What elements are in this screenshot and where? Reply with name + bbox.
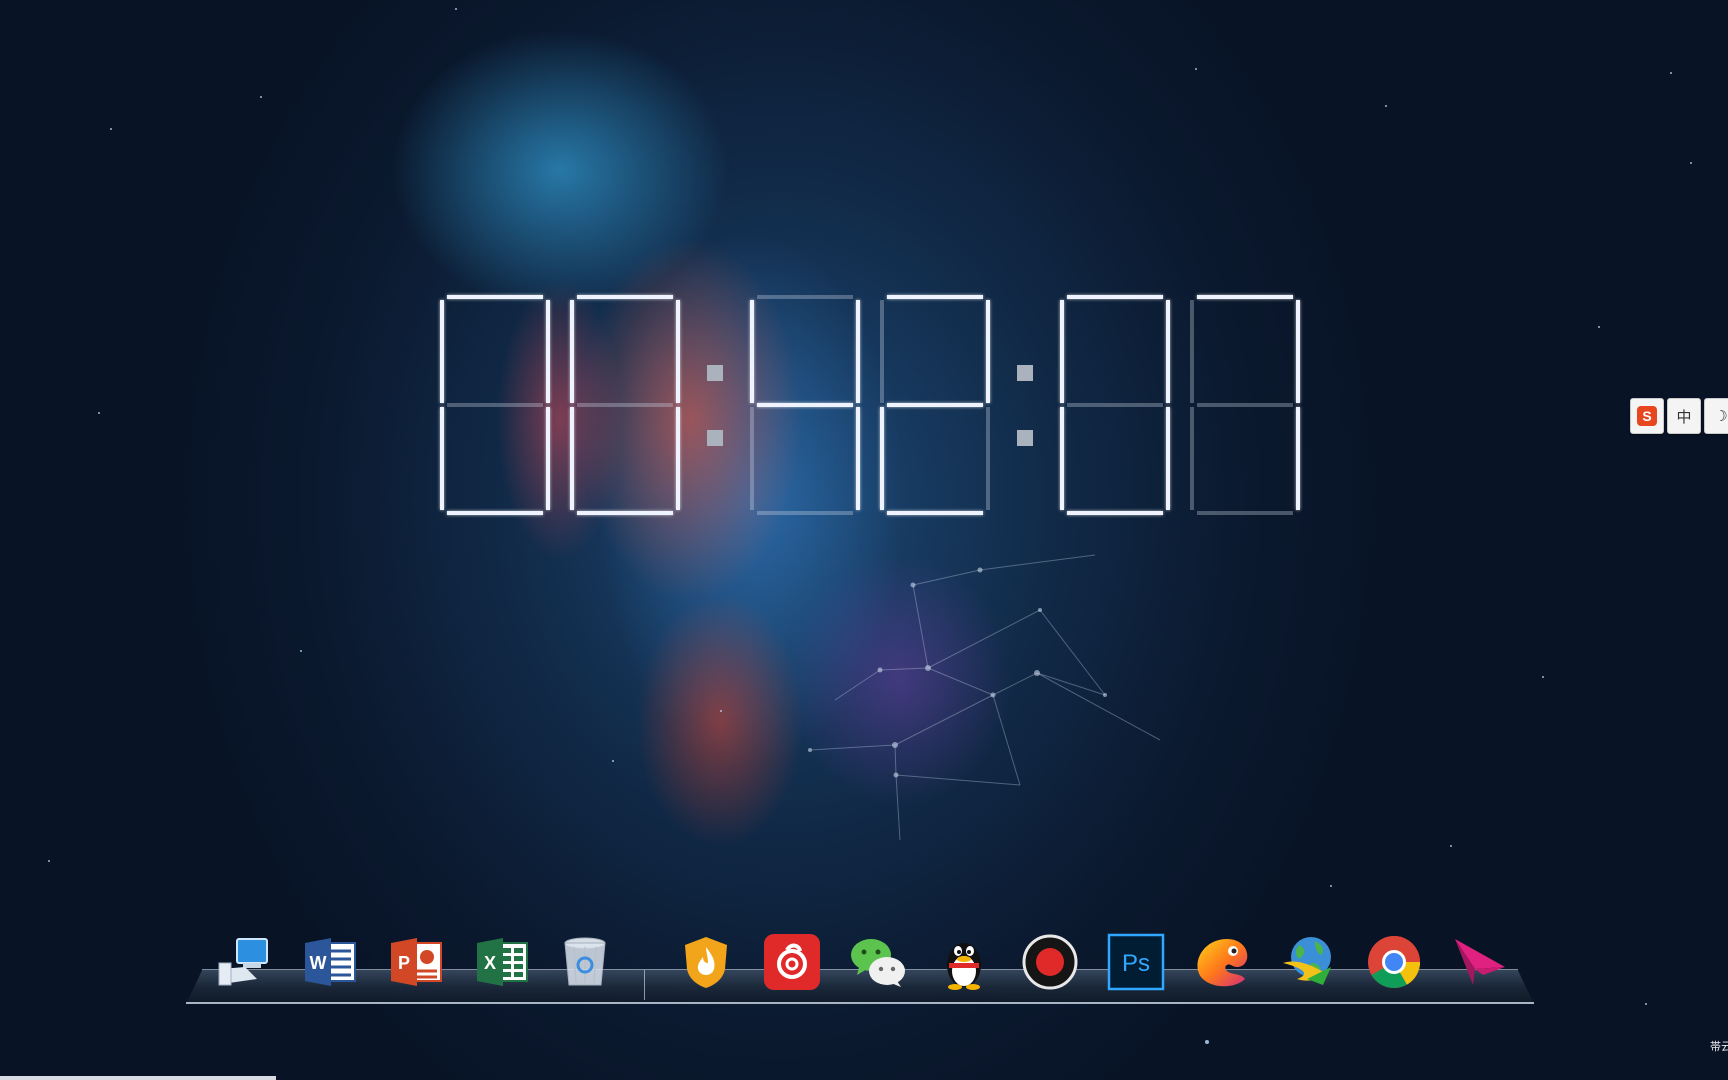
dock-shelf-edge [186, 1002, 1534, 1004]
dock-item-send-arrow[interactable] [1448, 930, 1512, 994]
clock-time: 00:42:07 [430, 295, 431, 296]
bottom-bar [0, 1076, 276, 1080]
wechat-icon [851, 939, 905, 987]
dock-item-screen-recorder[interactable] [1018, 930, 1082, 994]
chrome-icon [1368, 936, 1420, 988]
powerpoint-icon: P [391, 938, 442, 986]
clock-colon [1000, 295, 1050, 515]
constellation-lines [808, 554, 1161, 841]
qq-penguin-icon [947, 943, 981, 990]
sogou-logo-icon: S [1637, 406, 1657, 426]
recycle-bin-icon [564, 937, 606, 986]
dock-separator [644, 970, 645, 1000]
dock-item-photoshop[interactable]: Ps [1104, 930, 1168, 994]
svg-text:P: P [398, 953, 410, 973]
svg-text:X: X [484, 953, 496, 973]
clock-second-tens-digit [1060, 295, 1170, 515]
ime-mode-label: 中 [1676, 408, 1692, 426]
photoshop-icon: Ps [1107, 933, 1165, 991]
ime-toolbar: S 中 ☽ [1630, 398, 1728, 434]
dock-item-powerpoint[interactable]: P [384, 930, 448, 994]
dock-item-this-pc[interactable] [212, 930, 276, 994]
dock-item-excel[interactable]: X [470, 930, 534, 994]
dock-item-netease-music[interactable] [760, 930, 824, 994]
dock-item-qq[interactable] [932, 930, 996, 994]
dock-item-chrome[interactable] [1362, 930, 1426, 994]
dock-item-wechat[interactable] [846, 930, 910, 994]
clock-hour-ones-digit [570, 295, 680, 515]
svg-text:W: W [310, 953, 327, 973]
corner-label: 帯云 [1710, 1041, 1728, 1053]
clock-hour-tens-digit [440, 295, 550, 515]
dock-item-download-manager[interactable] [1276, 930, 1340, 994]
svg-text:Ps: Ps [1122, 950, 1150, 977]
computer-icon [218, 938, 268, 986]
moon-icon: ☽ [1714, 408, 1728, 425]
word-icon: W [305, 938, 356, 986]
clock-colon [690, 295, 740, 515]
dock-item-recycle-bin[interactable] [553, 930, 617, 994]
ime-theme-button[interactable]: ☽ [1704, 398, 1728, 434]
excel-icon: X [477, 938, 528, 986]
ime-logo-button[interactable]: S [1630, 398, 1664, 434]
clock-minute-tens-digit [750, 295, 860, 515]
shield-flame-icon [685, 937, 727, 988]
chameleon-icon [1197, 939, 1248, 987]
clock-minute-ones-digit [880, 295, 990, 515]
paper-plane-icon [1455, 939, 1505, 985]
dock-item-word[interactable]: W [298, 930, 362, 994]
dock-item-huorong[interactable] [674, 930, 738, 994]
clock-second-ones-digit [1190, 295, 1300, 515]
desktop-clock-widget: 00:42:07 [430, 295, 1350, 515]
record-icon [1022, 934, 1078, 990]
netease-music-icon [764, 934, 820, 990]
dock-item-chameleon[interactable] [1190, 930, 1254, 994]
ime-language-mode-button[interactable]: 中 [1667, 398, 1701, 434]
globe-download-icon [1283, 937, 1331, 985]
